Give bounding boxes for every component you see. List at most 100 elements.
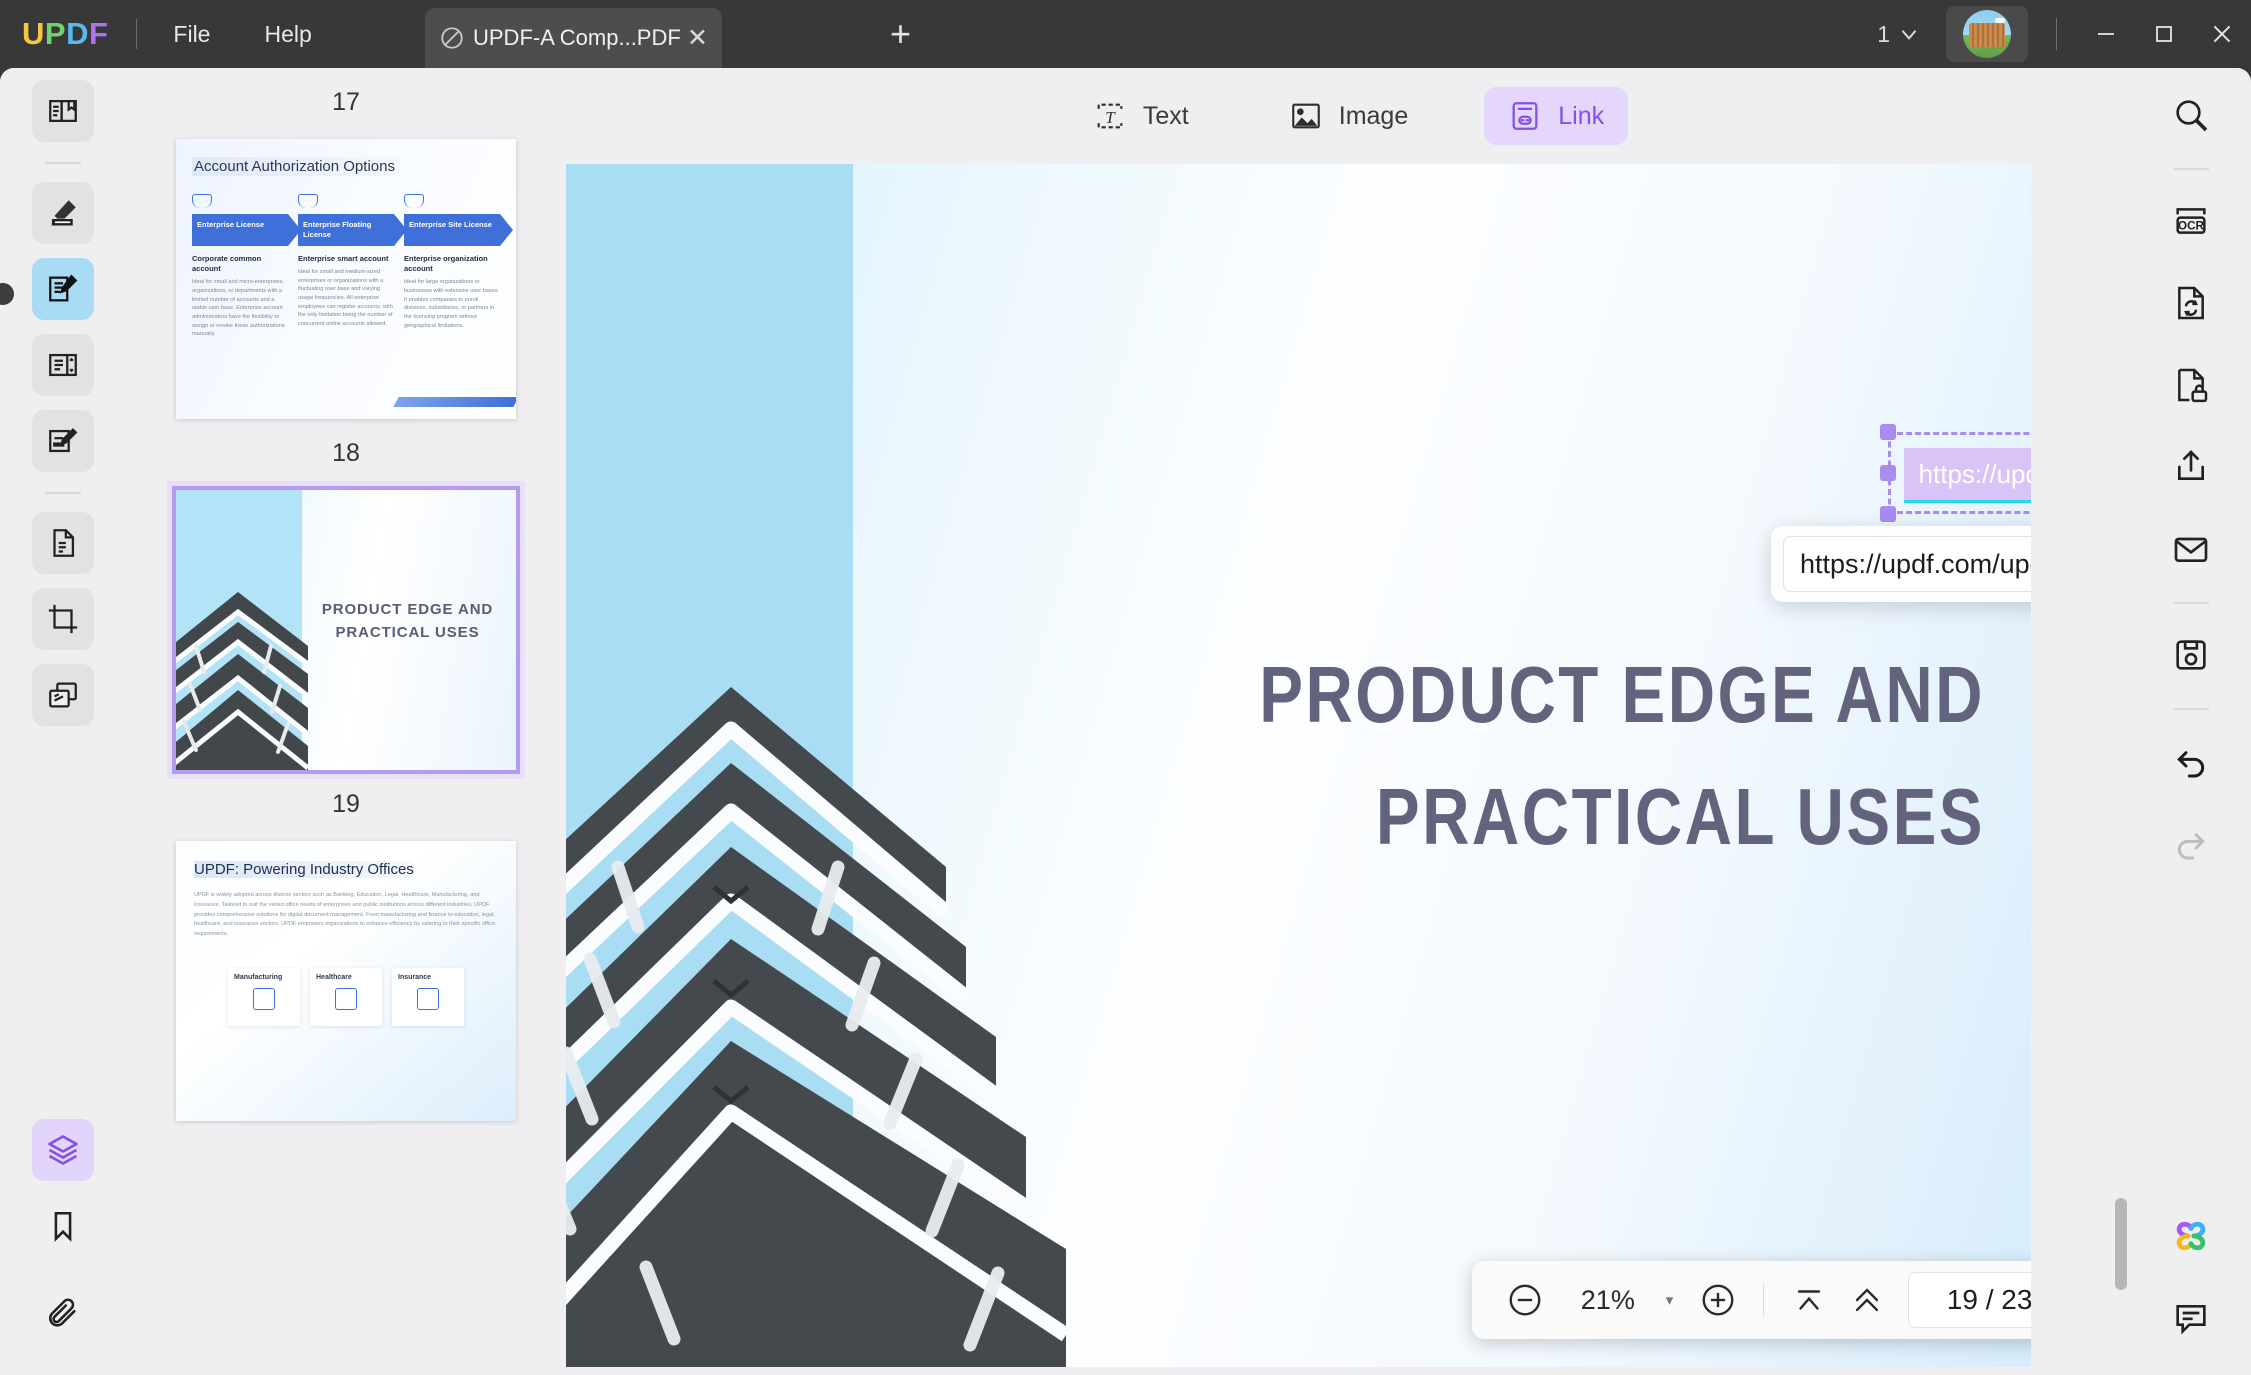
- link-url-input[interactable]: https://updf.com/updf-ai/: [1783, 536, 2031, 592]
- zoom-in-button[interactable]: [1691, 1272, 1745, 1328]
- sidebar-item-attachments[interactable]: [32, 1283, 94, 1345]
- sidebar-item-compare[interactable]: [32, 664, 94, 726]
- stethoscope-icon: [335, 987, 357, 1010]
- zoom-out-button[interactable]: [1498, 1272, 1552, 1328]
- protect-button[interactable]: [2160, 354, 2222, 416]
- redo-button[interactable]: [2160, 812, 2222, 874]
- thumb-slide-title: Account Authorization Options: [192, 157, 397, 176]
- image-icon: [1291, 103, 1320, 129]
- thumbnail-page-number: 17: [332, 88, 360, 116]
- tab-text-label: Text: [1142, 101, 1189, 130]
- resize-handle-w[interactable]: [1880, 465, 1896, 481]
- app-body: 17 Account Authorization Options Enterpr…: [0, 68, 2251, 1375]
- thumbnail-page-number: 19: [332, 790, 360, 818]
- thumbnail-item[interactable]: 18 PRODUCT EDGE AND PRACTICAL USES: [126, 419, 566, 774]
- rail-collapse-handle[interactable]: [0, 283, 14, 305]
- sidebar-item-edit-pdf[interactable]: [32, 258, 94, 320]
- updf-ai-button[interactable]: [2160, 1205, 2222, 1267]
- link-annotation[interactable]: https://updf.com/updf-ai/: [1880, 424, 2031, 522]
- ocr-button[interactable]: OCR: [2160, 190, 2222, 252]
- first-page-button[interactable]: [1782, 1272, 1836, 1328]
- zoom-dropdown-icon[interactable]: ▾: [1666, 1291, 1674, 1309]
- tab-text[interactable]: T Text: [1069, 87, 1213, 145]
- thumbnail-preview-selected[interactable]: PRODUCT EDGE AND PRACTICAL USES: [172, 486, 520, 774]
- slide-footer-accent: [393, 397, 516, 407]
- close-window-button[interactable]: [2193, 0, 2251, 68]
- sidebar-item-crop[interactable]: [32, 588, 94, 650]
- page-title: PRODUCT EDGE AND PRACTICAL USES: [821, 634, 1985, 877]
- tab-link-label: Link: [1558, 101, 1605, 130]
- thumb-card-badge: Enterprise License: [192, 214, 301, 246]
- pdf-page-canvas[interactable]: PRODUCT EDGE AND PRACTICAL USES https://…: [566, 164, 2031, 1367]
- link-underline: [1904, 500, 2031, 503]
- avatar-cloud: [1995, 18, 2005, 23]
- new-tab-button[interactable]: +: [890, 16, 911, 52]
- avatar-button[interactable]: [1946, 6, 2028, 62]
- sidebar-item-reader[interactable]: [32, 80, 94, 142]
- email-button[interactable]: [2160, 518, 2222, 580]
- maximize-button[interactable]: [2135, 0, 2193, 68]
- person-add-icon: [192, 194, 212, 208]
- logo-divider: [136, 19, 138, 49]
- chip-icon: [253, 987, 275, 1010]
- feedback-button[interactable]: [2160, 1287, 2222, 1349]
- thumbnail-item[interactable]: 19 UPDF: Powering Industry Offices UPDF …: [126, 770, 566, 1121]
- window-controls: 1: [1877, 0, 2251, 68]
- page-title-line-2: PRACTICAL USES: [1375, 771, 1985, 861]
- rail-separator-2: [45, 492, 81, 494]
- tab-image[interactable]: Image: [1265, 87, 1432, 145]
- thumbnail-preview[interactable]: Account Authorization Options Enterprise…: [176, 139, 516, 419]
- minimize-button[interactable]: [2077, 0, 2135, 68]
- menu-file[interactable]: File: [155, 15, 228, 54]
- thumbnail-preview[interactable]: UPDF: Powering Industry Offices UPDF is …: [176, 841, 516, 1121]
- thumb-card-subtitle: Enterprise organization account: [404, 254, 488, 274]
- prev-page-icon: [1855, 1288, 1879, 1312]
- toolbar-divider: [1763, 1283, 1765, 1317]
- chevron-down-icon[interactable]: [1896, 21, 1922, 47]
- resize-handle-nw[interactable]: [1880, 424, 1896, 440]
- convert-button[interactable]: [2160, 272, 2222, 334]
- link-annotation-text: https://updf.com/updf-ai/: [1918, 458, 2031, 489]
- industry-card-label: Healthcare: [316, 973, 352, 981]
- resize-handle-sw[interactable]: [1880, 506, 1896, 522]
- vertical-scrollbar[interactable]: [2115, 1198, 2127, 1290]
- rail-separator: [45, 162, 81, 164]
- person-icon: [298, 194, 318, 208]
- menu-help[interactable]: Help: [246, 15, 329, 54]
- sidebar-item-layers[interactable]: [32, 1119, 94, 1181]
- undo-button[interactable]: [2160, 730, 2222, 792]
- page-thumbnail-panel[interactable]: 17 Account Authorization Options Enterpr…: [126, 68, 566, 1375]
- zoom-level[interactable]: 21%: [1556, 1285, 1660, 1316]
- maximize-icon: [2156, 26, 2172, 42]
- sidebar-item-fill-sign[interactable]: [32, 410, 94, 472]
- thumb-card-item: Enterprise License Corporate common acco…: [192, 194, 301, 339]
- page-indicator[interactable]: 19 / 23: [1907, 1272, 2031, 1328]
- envelope-icon: [2174, 537, 2208, 562]
- sidebar-item-convert[interactable]: [32, 512, 94, 574]
- previous-page-button[interactable]: [1840, 1272, 1894, 1328]
- fill-sign-icon: [49, 428, 78, 453]
- page-navigation-toolbar: 21% ▾ 19 / 23: [1472, 1261, 2031, 1339]
- left-tool-rail: [0, 68, 126, 1375]
- document-tab[interactable]: UPDF-A Comp...PDF Editor* ✕: [425, 8, 722, 68]
- chat-bubble-icon: [2176, 1305, 2206, 1335]
- link-card-icon: [1512, 102, 1538, 130]
- bank-icon: [417, 987, 439, 1010]
- share-button[interactable]: [2160, 436, 2222, 498]
- thumbnail-item[interactable]: 17 Account Authorization Options Enterpr…: [126, 68, 566, 419]
- thumb-slide-title: UPDF: Powering Industry Offices: [194, 861, 414, 878]
- zoom-out-icon: [1509, 1284, 1541, 1316]
- thumb-card-item: Enterprise Floating License Enterprise s…: [298, 194, 407, 339]
- sidebar-item-comment[interactable]: [32, 182, 94, 244]
- sidebar-item-bookmarks[interactable]: [32, 1195, 94, 1257]
- save-button[interactable]: [2160, 624, 2222, 686]
- link-url-popup[interactable]: https://updf.com/updf-ai/: [1771, 526, 2031, 602]
- sidebar-item-pages[interactable]: [32, 334, 94, 396]
- people-group-icon: [404, 194, 424, 208]
- link-annotation-box[interactable]: https://updf.com/updf-ai/: [1904, 448, 2031, 500]
- titlebar-divider: [2056, 18, 2057, 50]
- tab-link[interactable]: Link: [1484, 87, 1629, 145]
- search-button[interactable]: [2160, 84, 2222, 146]
- page-title-line-1: PRODUCT EDGE AND: [1259, 650, 1985, 739]
- tab-close-icon[interactable]: ✕: [687, 25, 708, 51]
